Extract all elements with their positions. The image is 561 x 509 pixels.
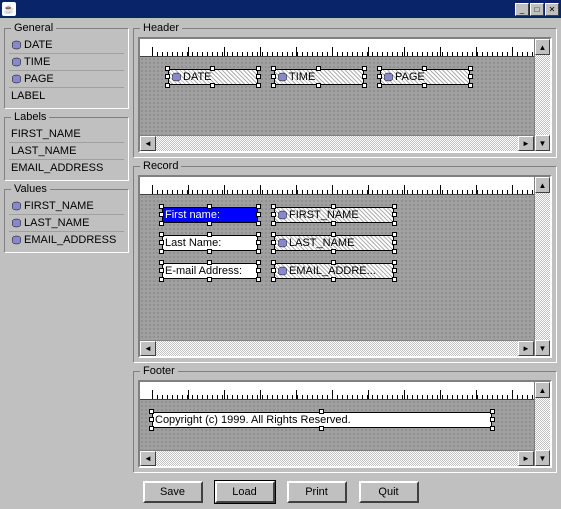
sidebar-label-lastname[interactable]: LAST_NAME — [9, 143, 124, 160]
maximize-button[interactable]: □ — [530, 3, 544, 16]
section-header: DATETIMEPAGE ◄► ▲▼ — [133, 28, 557, 158]
field-label: EMAIL_ADDRE... — [289, 265, 376, 277]
sidebar-label-firstname[interactable]: FIRST_NAME — [9, 126, 124, 143]
quit-button[interactable]: Quit — [359, 481, 419, 503]
scroll-right-icon[interactable]: ► — [518, 136, 534, 151]
section-footer: Copyright (c) 1999. All Rights Reserved.… — [133, 371, 557, 473]
field-label: E-mail Address: — [165, 265, 242, 277]
db-icon — [383, 72, 394, 83]
design-field[interactable]: LAST_NAME — [274, 235, 394, 251]
db-icon — [11, 57, 22, 68]
scrollbar-v[interactable]: ▲▼ — [534, 382, 550, 466]
ruler — [140, 39, 534, 57]
footer-canvas[interactable]: Copyright (c) 1999. All Rights Reserved. — [140, 400, 534, 450]
sidebar-value-lastname[interactable]: LAST_NAME — [9, 215, 124, 232]
scroll-up-icon[interactable]: ▲ — [535, 39, 550, 55]
design-field[interactable]: E-mail Address: — [162, 263, 258, 279]
scroll-right-icon[interactable]: ► — [518, 451, 534, 466]
section-record: First name: FIRST_NAME Last Name: LAST_NAME… — [133, 166, 557, 363]
scroll-left-icon[interactable]: ◄ — [140, 451, 156, 466]
db-icon — [277, 210, 288, 221]
db-icon — [11, 235, 22, 246]
db-icon — [277, 238, 288, 249]
sidebar-value-firstname[interactable]: FIRST_NAME — [9, 198, 124, 215]
scroll-up-icon[interactable]: ▲ — [535, 177, 550, 193]
sidebar-item-date[interactable]: DATE — [9, 37, 124, 54]
db-icon — [11, 201, 22, 212]
design-field[interactable]: First name: — [162, 207, 258, 223]
save-button[interactable]: Save — [143, 481, 203, 503]
sidebar-value-email[interactable]: EMAIL_ADDRESS — [9, 232, 124, 248]
field-label: Copyright (c) 1999. All Rights Reserved. — [155, 414, 351, 426]
field-label: DATE — [183, 71, 212, 83]
record-canvas[interactable]: First name: FIRST_NAME Last Name: LAST_NAME… — [140, 195, 534, 340]
scrollbar-v[interactable]: ▲▼ — [534, 39, 550, 151]
java-icon: ☕ — [2, 2, 16, 16]
field-label: TIME — [289, 71, 315, 83]
db-icon — [171, 72, 182, 83]
scroll-down-icon[interactable]: ▼ — [535, 450, 550, 466]
print-button[interactable]: Print — [287, 481, 347, 503]
sidebar-item-time[interactable]: TIME — [9, 54, 124, 71]
scroll-left-icon[interactable]: ◄ — [140, 136, 156, 151]
sidebar-label-email[interactable]: EMAIL_ADDRESS — [9, 160, 124, 176]
field-label: Last Name: — [165, 237, 221, 249]
scroll-right-icon[interactable]: ► — [518, 341, 534, 356]
sidebar-item-page[interactable]: PAGE — [9, 71, 124, 88]
sidebar-item-label[interactable]: LABEL — [9, 88, 124, 104]
design-field[interactable]: PAGE — [380, 69, 470, 85]
scrollbar-h[interactable]: ◄► — [140, 450, 534, 466]
scroll-left-icon[interactable]: ◄ — [140, 341, 156, 356]
field-label: First name: — [165, 209, 220, 221]
group-values: FIRST_NAME LAST_NAME EMAIL_ADDRESS — [4, 189, 129, 253]
scroll-down-icon[interactable]: ▼ — [535, 340, 550, 356]
scrollbar-h[interactable]: ◄► — [140, 340, 534, 356]
ruler — [140, 177, 534, 195]
design-field[interactable]: DATE — [168, 69, 258, 85]
ruler — [140, 382, 534, 400]
load-button[interactable]: Load — [215, 481, 275, 503]
db-icon — [11, 40, 22, 51]
group-labels: FIRST_NAME LAST_NAME EMAIL_ADDRESS — [4, 117, 129, 181]
design-field[interactable]: TIME — [274, 69, 364, 85]
design-field[interactable]: FIRST_NAME — [274, 207, 394, 223]
scroll-down-icon[interactable]: ▼ — [535, 135, 550, 151]
db-icon — [11, 74, 22, 85]
button-row: Save Load Print Quit — [4, 473, 557, 507]
db-icon — [277, 266, 288, 277]
header-canvas[interactable]: DATE TIME PAGE — [140, 57, 534, 135]
db-icon — [11, 218, 22, 229]
field-label: LAST_NAME — [289, 237, 354, 249]
close-button[interactable]: ✕ — [545, 3, 559, 16]
scrollbar-h[interactable]: ◄► — [140, 135, 534, 151]
scroll-up-icon[interactable]: ▲ — [535, 382, 550, 398]
design-field[interactable]: Copyright (c) 1999. All Rights Reserved. — [152, 412, 492, 428]
field-label: PAGE — [395, 71, 425, 83]
design-field[interactable]: Last Name: — [162, 235, 258, 251]
minimize-button[interactable]: _ — [515, 3, 529, 16]
group-general: DATE TIME PAGE LABEL — [4, 28, 129, 109]
titlebar[interactable]: ☕ _ □ ✕ — [0, 0, 561, 18]
db-icon — [277, 72, 288, 83]
sidebar: DATE TIME PAGE LABEL FIRST_NAME LAST_NAM… — [4, 22, 129, 473]
design-field[interactable]: EMAIL_ADDRE... — [274, 263, 394, 279]
field-label: FIRST_NAME — [289, 209, 359, 221]
scrollbar-v[interactable]: ▲▼ — [534, 177, 550, 356]
